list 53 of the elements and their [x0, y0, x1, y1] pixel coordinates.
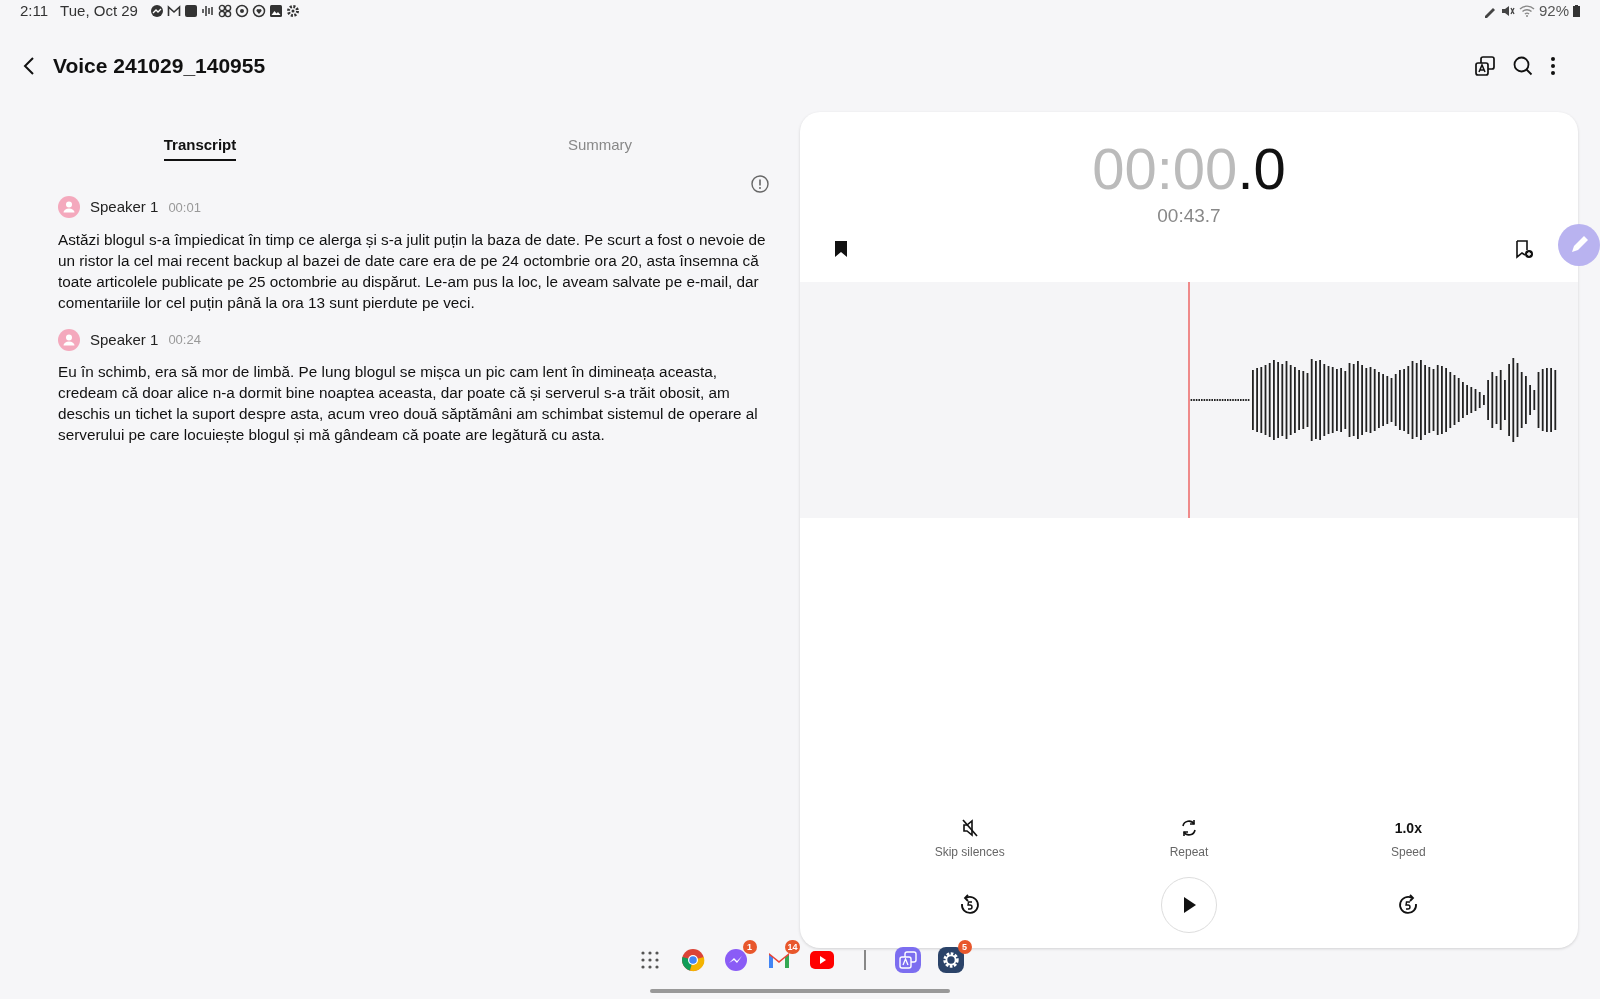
translate-app-icon[interactable]	[894, 947, 921, 973]
option-label: Speed	[1390, 844, 1426, 861]
battery-icon	[1573, 5, 1580, 17]
apps-grid-icon[interactable]	[639, 950, 660, 970]
speaker-name: Speaker 1	[90, 329, 159, 350]
chat-bubble-icon	[149, 4, 164, 18]
status-time: 2:11	[20, 0, 49, 21]
image-icon	[268, 4, 283, 18]
repeat-icon	[1179, 818, 1199, 838]
transcript-paragraph: Eu în schimb, era să mor de limbă. Pe lung blogul se mișca un pic cam lent în dimineața aceasta, credeam că doar alice n-a dormit bine noaptea aceasta, dar poate că și serverul s-a trăit obosit, am deschis un tichet la suport despre asta, acum vreo două săptămâni am schimbat sistemul de operare al serverului pe care locuiește blogul și mă gândeam că poate are legătură cu asta.	[58, 362, 759, 445]
search-icon[interactable]	[1512, 55, 1534, 77]
video-play-icon[interactable]	[809, 951, 834, 969]
dock-divider	[863, 950, 866, 970]
page-title: Voice 241029_140955	[53, 53, 266, 80]
tab[interactable]: Summary	[567, 134, 633, 159]
mute-icon	[1500, 4, 1515, 18]
add-bookmark-icon[interactable]	[1514, 238, 1534, 259]
option-button[interactable]: Repeat	[1079, 818, 1299, 861]
translate-icon[interactable]	[1474, 55, 1496, 77]
play-button[interactable]	[1161, 877, 1217, 933]
square-app-icon	[183, 4, 198, 18]
battery-percent: 92%	[1538, 0, 1569, 21]
elapsed-time: 00:00	[1092, 138, 1238, 200]
option-button[interactable]: 1.0x Speed	[1298, 818, 1518, 861]
tab[interactable]: Transcript	[163, 134, 237, 161]
speaker-avatar-icon	[58, 328, 80, 351]
speaker-name: Speaker 1	[90, 197, 159, 217]
settings-icon	[285, 4, 300, 18]
wifi-icon	[1518, 4, 1535, 18]
settings-icon[interactable]	[937, 947, 964, 973]
messenger-icon[interactable]	[723, 948, 748, 972]
option-label: Skip silences	[934, 844, 1005, 861]
info-icon[interactable]	[750, 174, 770, 194]
total-duration: 00:43.7	[1157, 204, 1221, 228]
option-button[interactable]: Skip silences	[860, 818, 1080, 861]
bookmark-icon[interactable]	[834, 239, 848, 258]
notification-badge: 14	[785, 940, 800, 954]
ring-icon	[234, 4, 249, 18]
speed-value: 1.0x	[1394, 819, 1422, 838]
flower-icon	[217, 4, 232, 18]
browser-icon[interactable]	[680, 948, 705, 972]
mail-icon[interactable]	[766, 950, 791, 970]
sound-wave-icon	[200, 4, 215, 18]
notification-badge: 1	[742, 940, 757, 954]
heart-circle-icon	[251, 4, 266, 18]
speaker-avatar-icon	[58, 196, 80, 219]
status-date: Tue, Oct 29	[60, 0, 138, 21]
more-options-icon[interactable]	[1550, 56, 1556, 76]
elapsed-tenths: .0	[1237, 138, 1286, 200]
transcript-paragraph: Astăzi blogul s-a împiedicat în timp ce alerga și s-a julit puțin la baza de date. Pe scurt a fost o nevoie de un ristor la cel mai recent backup al bazei de date care era de pe 24 octombrie ora 20, asta însemna că toate articolele publicate pe 25 octombrie au dispărut. Le-am pus la loc, le aveam salvate pe e-mail, dar comentariile lor cel puțin până la ora 13 sunt pierdute pe veci.	[58, 229, 767, 313]
mail-icon	[166, 4, 181, 18]
option-label: Repeat	[1169, 844, 1209, 861]
skip-silences-icon	[959, 818, 980, 838]
